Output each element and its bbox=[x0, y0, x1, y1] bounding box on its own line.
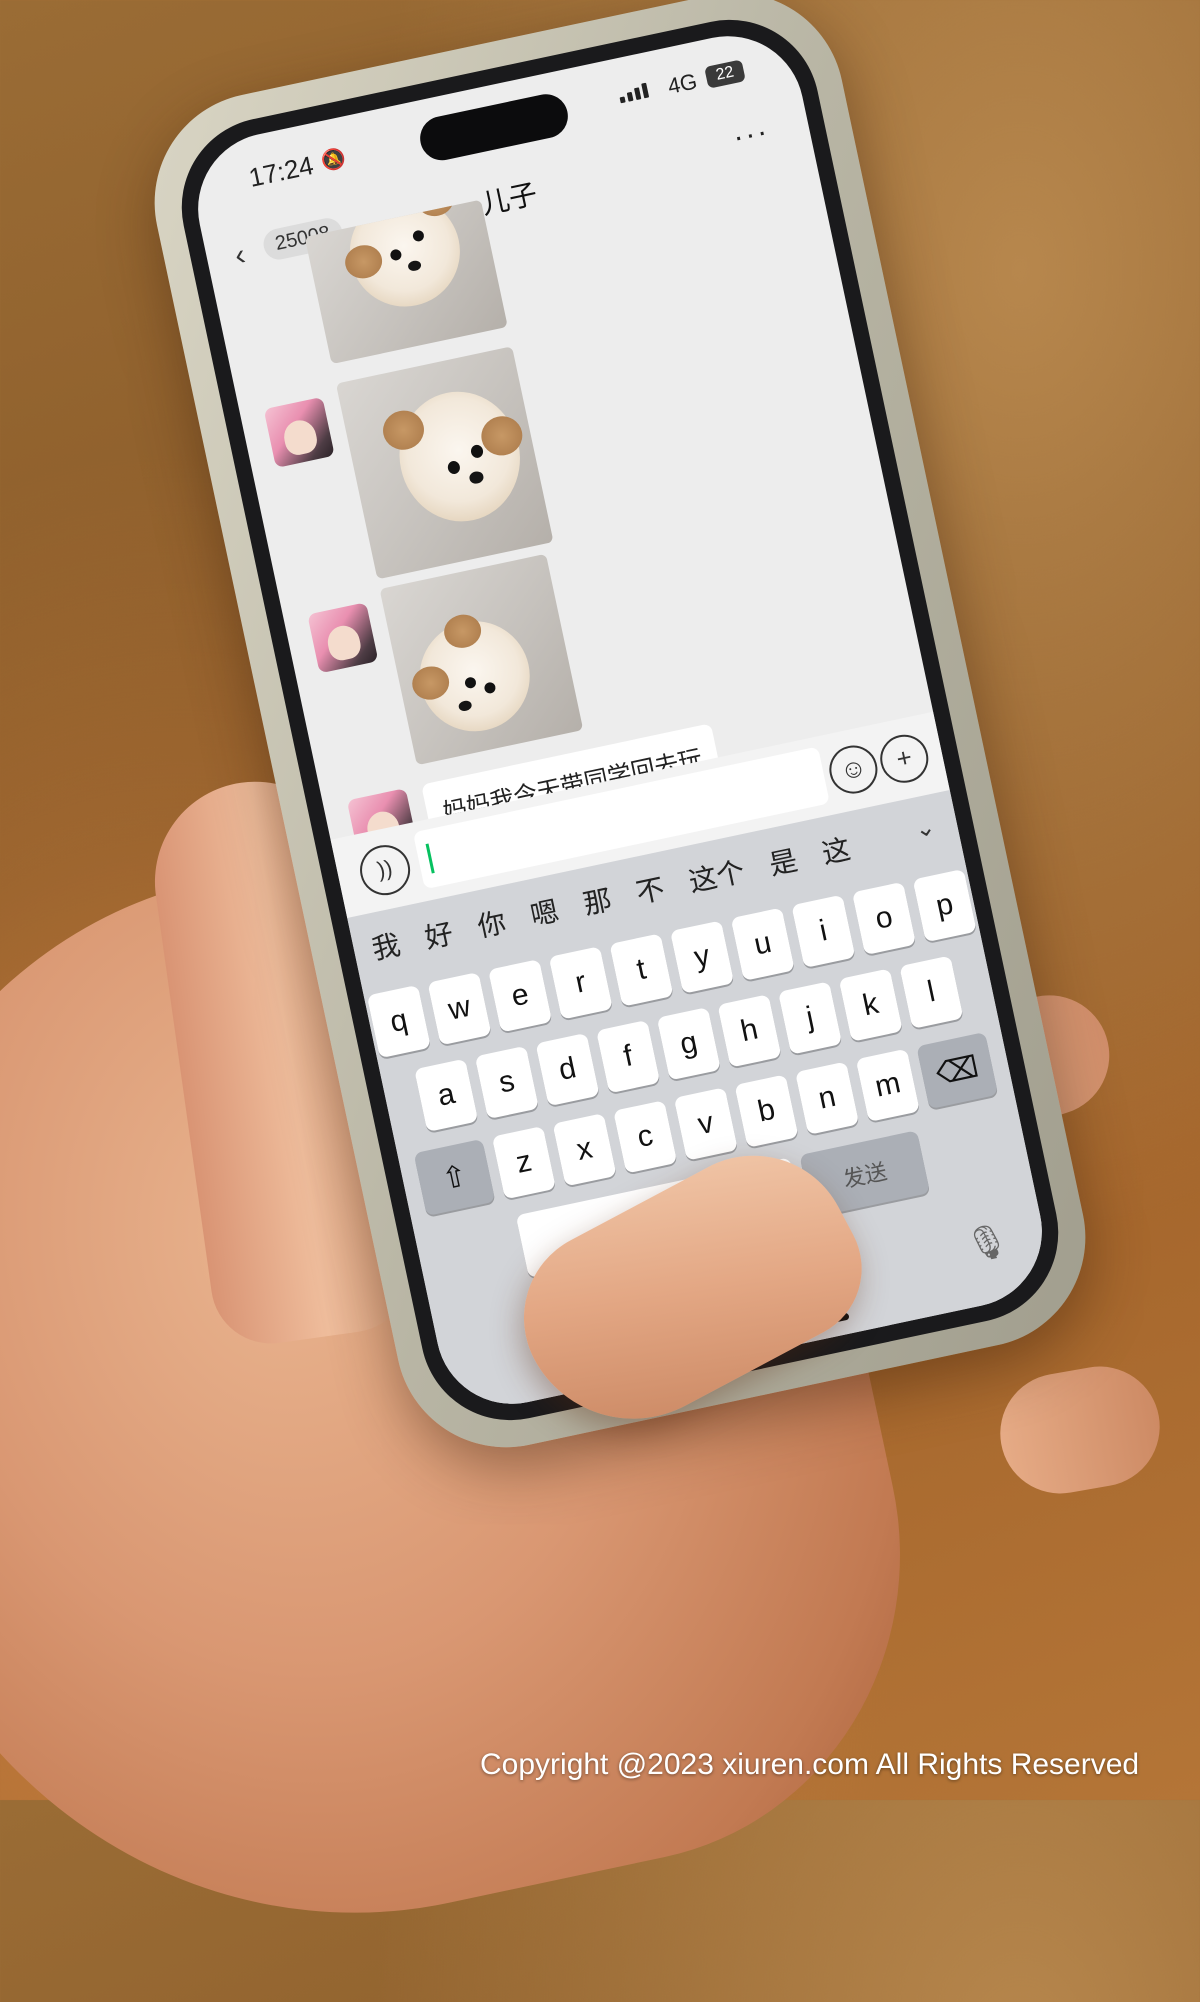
key[interactable]: q bbox=[366, 984, 431, 1059]
candidate-word[interactable]: 你 bbox=[474, 901, 510, 946]
candidate-word[interactable]: 嗯 bbox=[526, 889, 562, 934]
key[interactable]: y bbox=[670, 920, 735, 994]
candidate-word[interactable]: 那 bbox=[579, 878, 615, 923]
key[interactable]: x bbox=[552, 1113, 617, 1187]
candidate-word[interactable]: 好 bbox=[421, 912, 457, 957]
image-message[interactable] bbox=[379, 553, 584, 766]
key[interactable]: k bbox=[838, 968, 903, 1042]
signal-icon bbox=[618, 82, 650, 104]
key[interactable]: c bbox=[613, 1100, 678, 1174]
key[interactable]: g bbox=[656, 1007, 721, 1081]
watermark: Copyright @2023 xiuren.com All Rights Re… bbox=[480, 1748, 1140, 1781]
candidate-word[interactable]: 是 bbox=[765, 839, 801, 884]
dog-photo bbox=[379, 380, 532, 533]
key[interactable]: z bbox=[491, 1125, 557, 1200]
key[interactable]: v bbox=[673, 1087, 738, 1161]
key[interactable]: r bbox=[548, 946, 613, 1020]
key[interactable]: s bbox=[474, 1045, 539, 1120]
key[interactable]: a bbox=[414, 1058, 479, 1133]
shift-icon[interactable]: ⇧ bbox=[413, 1138, 496, 1216]
key[interactable]: e bbox=[488, 959, 553, 1033]
candidate-word[interactable]: 这 bbox=[818, 827, 854, 872]
key[interactable]: p bbox=[912, 868, 977, 943]
microphone-icon[interactable]: 🎙 bbox=[962, 1219, 1013, 1267]
hand-finger bbox=[990, 1357, 1170, 1503]
key[interactable]: d bbox=[535, 1032, 600, 1107]
dog-photo bbox=[409, 611, 540, 742]
image-message[interactable] bbox=[335, 346, 554, 580]
voice-icon[interactable]: )) bbox=[355, 840, 415, 900]
text-caret bbox=[425, 843, 435, 874]
candidate-word[interactable]: 不 bbox=[632, 867, 668, 912]
key[interactable]: f bbox=[596, 1019, 661, 1094]
key[interactable]: l bbox=[899, 955, 964, 1029]
avatar[interactable] bbox=[307, 602, 379, 674]
key[interactable]: j bbox=[778, 981, 843, 1055]
candidate-word[interactable]: 这个 bbox=[685, 850, 748, 901]
key[interactable]: u bbox=[730, 907, 795, 981]
candidate-word[interactable]: 我 bbox=[368, 923, 404, 968]
key[interactable]: i bbox=[791, 894, 856, 969]
key[interactable]: o bbox=[851, 881, 917, 956]
network-type: 4G bbox=[665, 68, 700, 99]
key[interactable]: m bbox=[855, 1048, 920, 1123]
plus-icon[interactable]: + bbox=[875, 730, 933, 788]
status-time: 17:24 bbox=[246, 150, 317, 193]
battery-icon: 22 bbox=[704, 59, 746, 89]
mute-bell-icon: 🔕 bbox=[319, 146, 349, 174]
key[interactable]: b bbox=[734, 1074, 799, 1148]
key[interactable]: t bbox=[609, 933, 674, 1007]
key[interactable]: w bbox=[427, 971, 492, 1046]
emoji-icon[interactable]: ☺ bbox=[824, 741, 882, 799]
key[interactable]: n bbox=[795, 1061, 860, 1135]
key[interactable]: h bbox=[717, 994, 782, 1068]
backspace-icon[interactable]: ⌫ bbox=[916, 1031, 999, 1110]
avatar[interactable] bbox=[263, 396, 335, 468]
